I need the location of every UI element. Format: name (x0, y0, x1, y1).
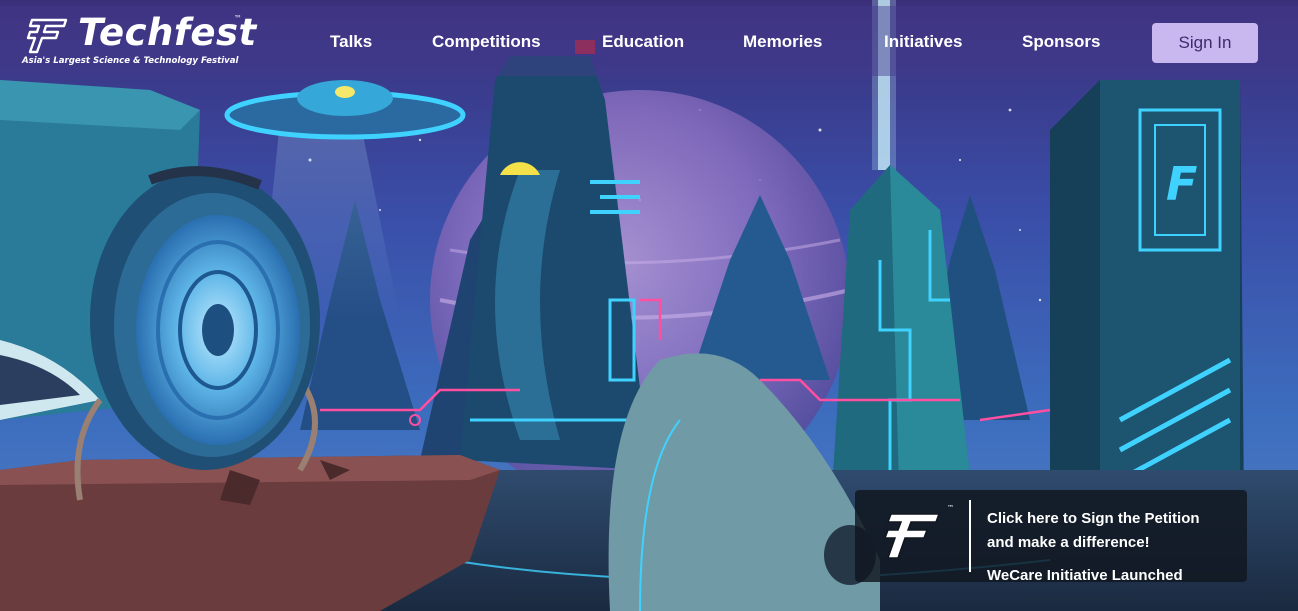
petition-banner[interactable]: ™ Click here to Sign the Petition and ma… (855, 490, 1247, 584)
tf-logo-icon (883, 513, 941, 559)
svg-text:F: F (1166, 157, 1197, 211)
brand-name: Techfest (78, 11, 257, 54)
nav-item-education[interactable]: Education (602, 32, 684, 52)
brand-logo[interactable]: Techfest ™ Asia's Largest Science & Tech… (22, 11, 262, 72)
brand-tagline: Asia's Largest Science & Technology Fest… (22, 56, 239, 66)
nav-item-memories[interactable]: Memories (743, 32, 822, 52)
nav-item-talks[interactable]: Talks (330, 32, 372, 52)
petition-line-1: Click here to Sign the Petition (987, 510, 1200, 527)
petition-line-2: and make a difference! (987, 534, 1150, 551)
petition-trademark: ™ (947, 504, 954, 512)
sign-in-button[interactable]: Sign In (1152, 23, 1258, 63)
brand-trademark: ™ (234, 14, 242, 23)
nav-item-competitions[interactable]: Competitions (432, 32, 541, 52)
page: F Techfest ™ Asia's Largest Science & Te… (0, 0, 1298, 611)
nav-item-sponsors[interactable]: Sponsors (1022, 32, 1100, 52)
tf-logo-icon (26, 18, 68, 54)
petition-line-3: WeCare Initiative Launched (987, 567, 1183, 584)
nav-item-initiatives[interactable]: Initiatives (884, 32, 962, 52)
petition-divider (969, 500, 971, 572)
